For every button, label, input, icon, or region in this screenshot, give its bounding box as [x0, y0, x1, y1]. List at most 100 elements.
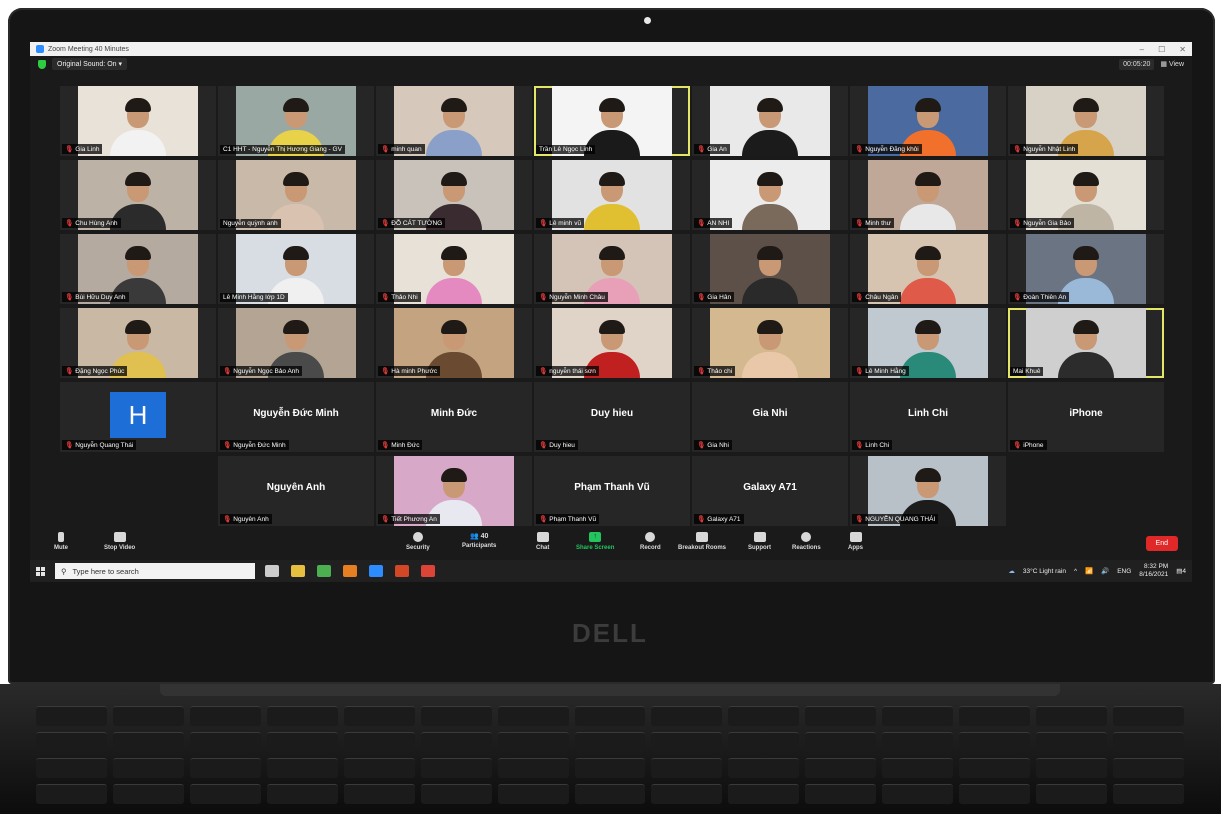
stop-video-button[interactable]: Stop Video [104, 532, 135, 551]
participant-tile[interactable]: Phạm Thanh Vũ 🎙 Phạm Thanh Vũ [534, 456, 690, 526]
apps-button[interactable]: Apps [848, 532, 863, 551]
participants-button[interactable]: 👥 40 Participants [462, 532, 496, 549]
network-icon[interactable]: 📶 [1085, 567, 1093, 575]
participant-tile[interactable]: 🎙 nguyễn thái sơn [534, 308, 690, 378]
participant-tile[interactable]: 🎙 Gia An [692, 86, 848, 156]
breakout-rooms-label: Breakout Rooms [678, 545, 727, 551]
participant-name-label: 🎙 Nguyễn Đức Minh [220, 440, 289, 450]
participant-tile[interactable]: Minh Đức 🎙 Minh Đức [376, 382, 532, 452]
keyboard-key [1036, 784, 1108, 804]
participant-tile[interactable]: 🎙 Minh thư [850, 160, 1006, 230]
participant-tile[interactable]: 🎙 NGUYỄN QUANG THÁI [850, 456, 1006, 526]
participant-tile[interactable]: 🎙 Châu Ngân [850, 234, 1006, 304]
zoom-app-icon[interactable] [343, 565, 357, 577]
chat-button[interactable]: Chat [536, 532, 549, 551]
weather-text[interactable]: 33°C Light rain [1023, 568, 1066, 575]
chevron-up-icon[interactable]: ^ [1074, 568, 1077, 575]
notifications-icon[interactable]: ▤4 [1176, 567, 1186, 575]
keyboard-key [266, 706, 338, 726]
view-button[interactable]: ▦ View [1160, 60, 1184, 68]
maximize-icon[interactable]: ☐ [1158, 45, 1165, 54]
zoom-icon[interactable] [369, 565, 383, 577]
participant-tile[interactable]: 🎙 Nguyễn Nhật Linh [1008, 86, 1164, 156]
participant-tile[interactable]: 🎙 Chu Hùng Anh [60, 160, 216, 230]
participant-name: Minh thư [865, 220, 891, 227]
participant-tile[interactable]: Nguyễn Đức Minh 🎙 Nguyễn Đức Minh [218, 382, 374, 452]
taskbar-clock[interactable]: 8:32 PM 8/16/2021 [1139, 563, 1168, 579]
participant-tile[interactable]: Lê Minh Hằng lớp 1D [218, 234, 374, 304]
participant-tile[interactable]: 🎙 Tiết Phương An [376, 456, 532, 526]
participant-tile[interactable]: 🎙 Nguyễn Ngọc Bảo Anh [218, 308, 374, 378]
share-screen-button[interactable]: ↑ Share Screen [576, 532, 614, 551]
mic-muted-icon: 🎙 [697, 294, 706, 301]
participant-tile[interactable]: iPhone 🎙 iPhone [1008, 382, 1164, 452]
record-button[interactable]: Record [640, 532, 661, 551]
participant-tile[interactable]: Linh Chi 🎙 Linh Chi [850, 382, 1006, 452]
participant-name: Nguyễn Minh Châu [549, 294, 605, 301]
participant-tile[interactable]: 🎙 Đặng Ngọc Phúc [60, 308, 216, 378]
participant-tile[interactable]: 🎙 Lê Minh Hằng [850, 308, 1006, 378]
participant-tile[interactable]: Galaxy A71 🎙 Galaxy A71 [692, 456, 848, 526]
mic-muted-icon: 🎙 [539, 368, 548, 375]
participant-tile[interactable]: 🎙 Bùi Hữu Duy Anh [60, 234, 216, 304]
participant-name-label: 🎙 Đoàn Thiên An [1010, 292, 1070, 302]
chrome-icon[interactable] [317, 565, 331, 577]
participant-tile[interactable]: Nguyễn quỳnh anh [218, 160, 374, 230]
participant-name: NGUYỄN QUANG THÁI [865, 516, 936, 523]
participant-tile[interactable]: Gia Nhi 🎙 Gia Nhi [692, 382, 848, 452]
powerpoint-icon[interactable] [395, 565, 409, 577]
mic-muted-icon: 🎙 [855, 146, 864, 153]
security-button[interactable]: Security [406, 532, 430, 551]
end-meeting-button[interactable]: End [1145, 536, 1178, 551]
taskbar-search[interactable]: ⚲ Type here to search [55, 563, 255, 579]
participant-tile[interactable]: 🎙 Thảo chi [692, 308, 848, 378]
zoom-logo-icon [36, 45, 44, 53]
mic-muted-icon: 🎙 [539, 442, 548, 449]
participant-tile[interactable]: 🎙 Gia Hân [692, 234, 848, 304]
keyboard-key [805, 784, 877, 804]
participant-tile[interactable]: 🎙 Gia Linh [60, 86, 216, 156]
participant-tile[interactable]: 🎙 minh quan [376, 86, 532, 156]
participant-tile[interactable]: Duy hieu 🎙 Duy hieu [534, 382, 690, 452]
dell-logo: DELL [572, 618, 648, 648]
participant-name-label: 🎙 iPhone [1010, 440, 1047, 450]
participant-tile[interactable]: 🎙 Nguyễn Minh Châu [534, 234, 690, 304]
language-indicator[interactable]: ENG [1117, 568, 1131, 575]
mic-muted-icon: 🎙 [1013, 294, 1022, 301]
participant-tile[interactable]: Mai Khuê [1008, 308, 1164, 378]
mic-muted-icon: 🎙 [855, 442, 864, 449]
minimize-icon[interactable]: – [1140, 45, 1144, 54]
participant-tile[interactable]: C1 HHT - Nguyễn Thị Hương Giang - GV [218, 86, 374, 156]
participant-tile[interactable]: 🎙 Nguyễn Gia Bảo [1008, 160, 1164, 230]
task-view-icon[interactable] [265, 565, 279, 577]
keyboard-key [728, 706, 800, 726]
participant-tile[interactable]: Nguyên Anh 🎙 Nguyên Anh [218, 456, 374, 526]
participant-tile[interactable]: 🎙 AN NHI [692, 160, 848, 230]
close-icon[interactable]: ✕ [1179, 45, 1186, 54]
participant-tile[interactable]: Trần Lê Ngọc Linh [534, 86, 690, 156]
participant-name-label: 🎙 Thảo chi [694, 366, 736, 376]
participant-name: minh quan [391, 146, 422, 153]
participant-tile[interactable]: 🎙 Hà minh Phước [376, 308, 532, 378]
breakout-rooms-button[interactable]: Breakout Rooms [678, 532, 726, 551]
original-sound-button[interactable]: Original Sound: On ▾ [52, 58, 128, 70]
participant-name-label: 🎙 Nguyễn Minh Châu [536, 292, 608, 302]
participant-tile[interactable]: 🎙 Đoàn Thiên An [1008, 234, 1164, 304]
chrome-profile-icon[interactable] [421, 565, 435, 577]
meeting-timer: 00:05:20 [1119, 58, 1155, 70]
participant-tile[interactable]: 🎙 ĐỖ CÁT TƯỜNG [376, 160, 532, 230]
mute-button[interactable]: Mute [54, 532, 68, 551]
participant-tile[interactable]: 🎙 Lê minh vũ [534, 160, 690, 230]
keyboard-key [36, 706, 107, 726]
security-shield-icon[interactable] [38, 59, 46, 69]
file-explorer-icon[interactable] [291, 565, 305, 577]
volume-icon[interactable]: 🔊 [1101, 567, 1109, 575]
participant-tile[interactable]: 🎙 Nguyễn Đăng khôi [850, 86, 1006, 156]
participant-tile[interactable]: 🎙 Thảo Nhi [376, 234, 532, 304]
windows-start-icon[interactable] [36, 566, 45, 576]
reactions-button[interactable]: Reactions [792, 532, 821, 551]
participant-tile[interactable]: H 🎙 Nguyễn Quang Thái [60, 382, 216, 452]
participant-name-label: 🎙 Minh thư [852, 218, 894, 228]
participant-name: Thảo chi [707, 368, 733, 375]
support-button[interactable]: Support [748, 532, 771, 551]
